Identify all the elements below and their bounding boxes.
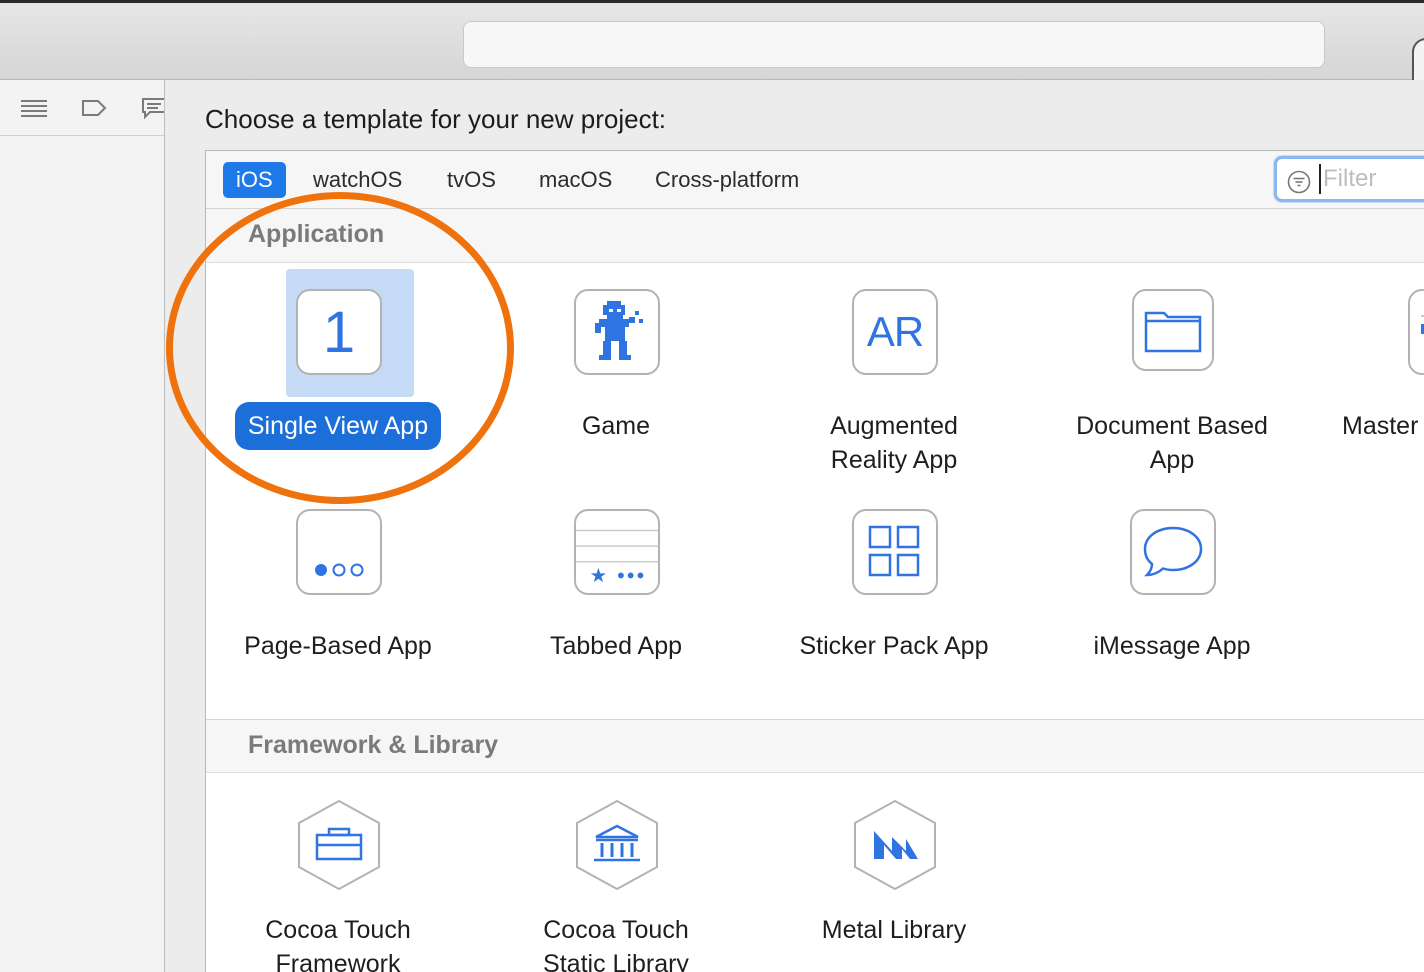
template-label: Cocoa Touch Static Library [543,916,689,972]
filter-icon [1287,170,1311,194]
filter-field[interactable] [1274,156,1424,202]
template-document-based-app[interactable]: Document Based App [1052,269,1292,489]
folder-icon [1132,289,1214,371]
navigator-toolbar [0,80,166,136]
page-dots-icon [296,509,382,595]
template-label: Augmented Reality App [830,412,958,474]
template-master-detail-app[interactable]: Master [1330,269,1424,469]
section-title: Application [248,220,385,248]
activity-viewer [463,21,1325,68]
template-sticker-pack-app[interactable]: Sticker Pack App [774,489,1014,689]
new-project-sheet: Choose a template for your new project: … [164,80,1424,972]
message-bubble-icon [1130,509,1216,595]
template-label: Sticker Pack App [799,632,989,660]
metal-hex-icon [854,799,936,891]
template-label: Single View App [218,402,458,450]
template-game[interactable]: Game [496,269,736,469]
section-header-application: Application [206,209,1424,263]
template-cocoa-touch-framework[interactable]: Cocoa Touch Framework [218,793,458,972]
template-augmented-reality-app[interactable]: AR Augmented Reality App [774,269,1014,489]
grid-glyph [868,525,920,577]
tab-bar-icon: ★ [574,509,660,595]
template-label: iMessage App [1093,632,1251,660]
template-page-based-app[interactable]: Page-Based App [218,489,458,689]
section-header-framework: Framework & Library [206,719,1424,773]
section-title: Framework & Library [248,731,499,759]
tab-bar-glyph: ★ [576,529,658,587]
ar-glyph: AR [866,308,924,355]
ar-icon: AR [852,289,938,375]
tab-macos[interactable]: macOS [526,162,625,198]
toolbox-hex-icon [298,799,380,891]
window-toolbar [0,0,1424,80]
page-dots-glyph [315,563,364,577]
grid-icon [852,509,938,595]
platform-tabbar: iOS watchOS tvOS macOS Cross-platform [206,151,1424,209]
template-chooser: iOS watchOS tvOS macOS Cross-platform Ap… [205,150,1424,972]
template-label: Metal Library [821,916,967,944]
template-label: Cocoa Touch Framework [265,916,411,972]
tab-watchos[interactable]: watchOS [300,162,415,198]
game-sprite-icon [595,301,643,360]
tag-icon[interactable] [80,96,108,120]
filter-input[interactable] [1319,164,1424,194]
navigator-pane [0,80,166,972]
template-label: Page-Based App [244,632,432,660]
template-label: Tabbed App [549,632,683,660]
template-single-view-app[interactable]: 1 Single View App [218,269,458,469]
tab-ios[interactable]: iOS [223,162,286,198]
list-icon[interactable] [20,96,48,120]
sheet-prompt: Choose a template for your new project: [205,104,667,134]
folder-glyph [1144,311,1202,353]
template-label: Master [1342,412,1419,440]
template-label: Document Based App [1076,412,1268,474]
svg-text:★: ★ [590,564,608,587]
template-imessage-app[interactable]: iMessage App [1052,489,1292,689]
template-label-text: Single View App [234,402,442,450]
template-label: Game [581,412,651,440]
master-detail-icon [1408,289,1424,375]
tab-cross-platform[interactable]: Cross-platform [642,162,812,198]
message-bubble-glyph [1143,526,1203,577]
single-view-glyph: 1 [322,299,356,365]
library-hex-icon [576,799,658,891]
template-cocoa-touch-static-library[interactable]: Cocoa Touch Static Library [496,793,736,972]
template-metal-library[interactable]: Metal Library [774,793,1014,972]
tab-tvos[interactable]: tvOS [434,162,509,198]
game-icon [574,289,660,375]
template-tabbed-app[interactable]: ★ Tabbed App [496,489,736,689]
single-view-icon: 1 [296,289,382,375]
